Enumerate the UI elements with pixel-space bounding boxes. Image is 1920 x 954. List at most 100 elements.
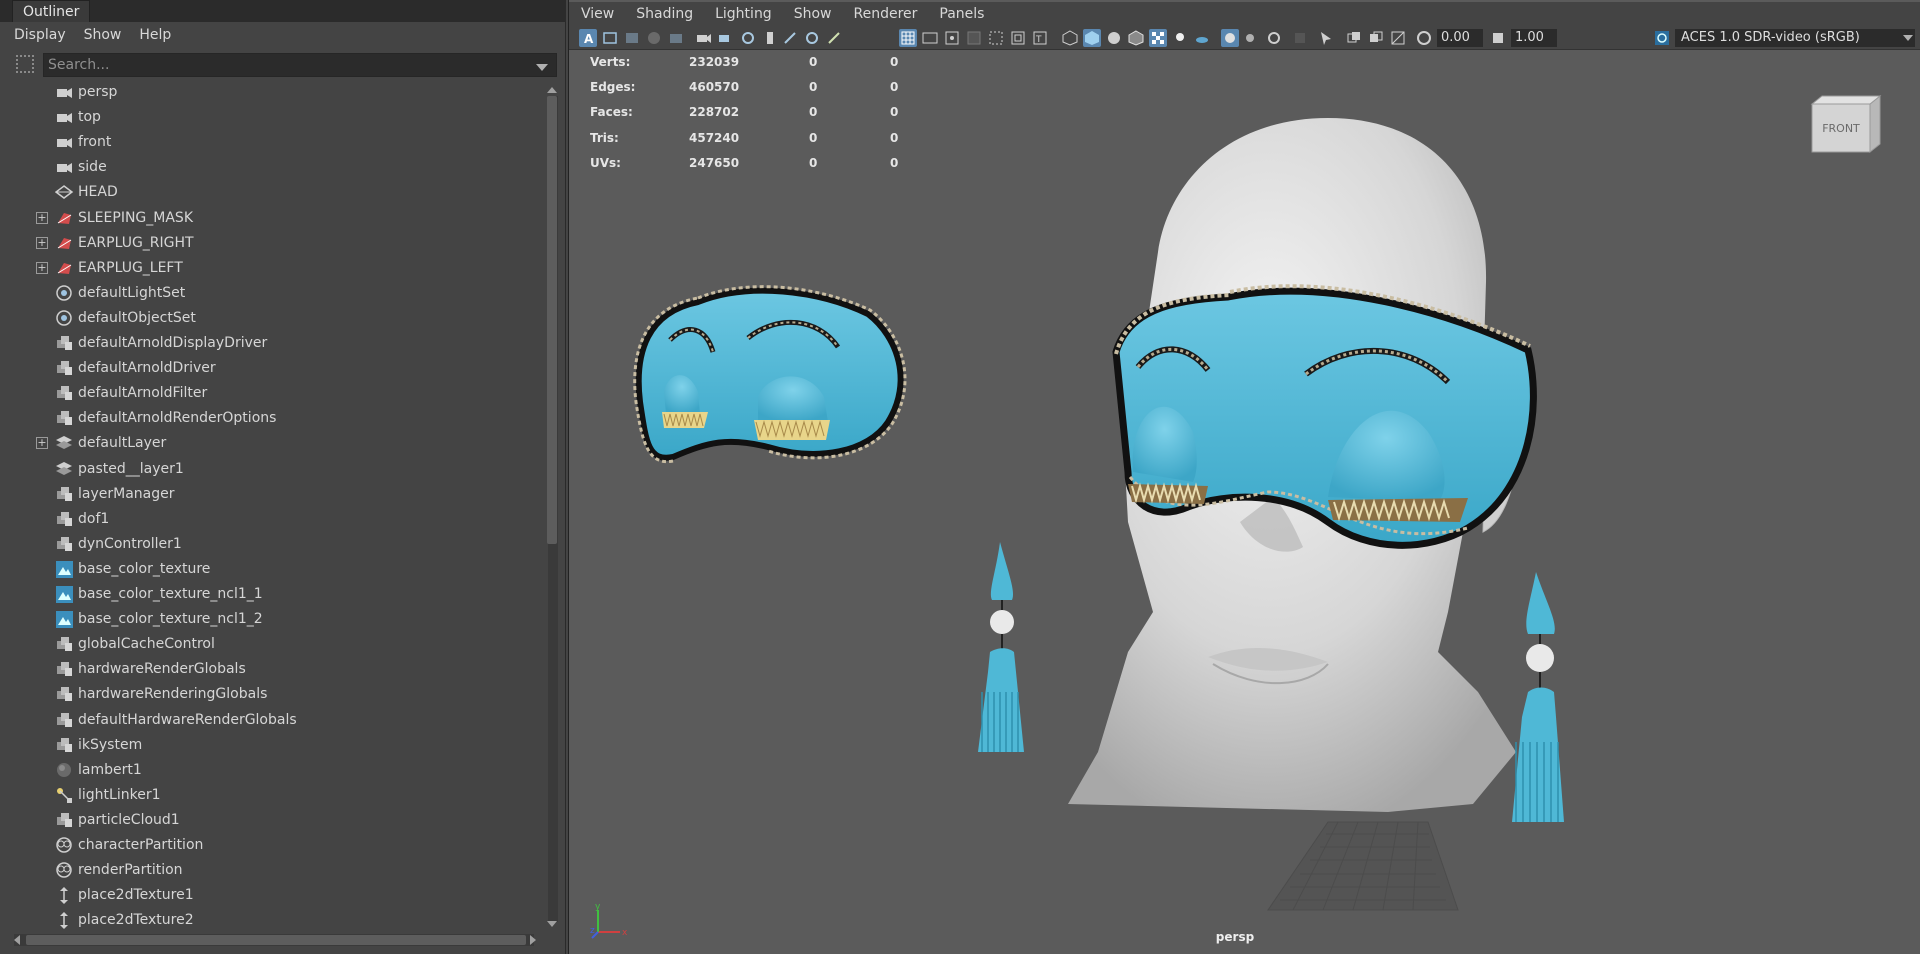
color-management-icon[interactable] xyxy=(1653,29,1671,47)
outliner-row[interactable]: + defaultLayer xyxy=(0,431,548,456)
grid-icon[interactable] xyxy=(899,29,917,47)
twod-pan-icon[interactable] xyxy=(667,29,685,47)
outliner-row[interactable]: base_color_texture xyxy=(0,557,548,582)
filter-icon[interactable] xyxy=(16,55,34,73)
shadows-icon[interactable] xyxy=(1193,29,1211,47)
exposure-field[interactable]: 0.00 xyxy=(1437,29,1483,47)
film-gate-icon[interactable] xyxy=(921,29,939,47)
outliner-row[interactable]: dof1 xyxy=(0,507,548,532)
vertical-scrollbar-thumb[interactable] xyxy=(547,96,557,544)
menu-shading[interactable]: Shading xyxy=(636,6,693,22)
menu-show[interactable]: Show xyxy=(794,6,832,22)
grease-pencil-icon[interactable] xyxy=(781,29,799,47)
outliner-row[interactable]: layerManager xyxy=(0,482,548,507)
expand-icon[interactable]: + xyxy=(36,211,48,224)
select-camera-icon[interactable]: A xyxy=(579,29,597,47)
outliner-row[interactable]: top xyxy=(0,105,548,130)
search-input[interactable]: Search... xyxy=(43,53,557,77)
menu-help[interactable]: Help xyxy=(139,27,171,43)
menu-lighting[interactable]: Lighting xyxy=(715,6,772,22)
outliner-row[interactable]: place2dTexture1 xyxy=(0,883,548,908)
xray-joints-icon[interactable] xyxy=(1265,29,1283,47)
safe-title-icon[interactable]: T xyxy=(1031,29,1049,47)
outliner-row[interactable]: base_color_texture_ncl1_2 xyxy=(0,607,548,632)
outliner-row[interactable]: characterPartition xyxy=(0,833,548,858)
field-chart-icon[interactable] xyxy=(987,29,1005,47)
earplug-right-model[interactable] xyxy=(1512,572,1564,822)
expand-icon[interactable]: + xyxy=(36,437,48,450)
menu-panels[interactable]: Panels xyxy=(939,6,984,22)
bookmark-icon[interactable] xyxy=(623,29,641,47)
outliner-row[interactable]: + SLEEPING_MASK xyxy=(0,206,548,231)
menu-show[interactable]: Show xyxy=(84,27,122,43)
expand-icon[interactable]: + xyxy=(36,261,48,274)
select-cursor-icon[interactable] xyxy=(1317,29,1335,47)
outliner-row[interactable]: place2dTexture2 xyxy=(0,908,548,933)
safe-action-icon[interactable] xyxy=(1009,29,1027,47)
lock-camera-icon[interactable] xyxy=(717,29,735,47)
outliner-row[interactable]: dynController1 xyxy=(0,532,548,557)
wireframe-icon[interactable] xyxy=(1061,29,1079,47)
fit-icon[interactable] xyxy=(1389,29,1407,47)
outliner-row[interactable]: globalCacheControl xyxy=(0,632,548,657)
outliner-row[interactable]: defaultHardwareRenderGlobals xyxy=(0,708,548,733)
outliner-row[interactable]: hardwareRenderingGlobals xyxy=(0,682,548,707)
gate-mask-icon[interactable] xyxy=(965,29,983,47)
snap-icon[interactable] xyxy=(803,29,821,47)
sleeping-mask-standalone[interactable] xyxy=(633,285,907,464)
earplug-left-model[interactable] xyxy=(978,542,1024,752)
scroll-down-arrow-icon[interactable] xyxy=(547,921,557,927)
outliner-tab[interactable]: Outliner xyxy=(12,0,91,22)
use-all-lights-icon[interactable] xyxy=(1171,29,1189,47)
gamma-field[interactable]: 1.00 xyxy=(1511,29,1557,47)
outliner-row[interactable]: lightLinker1 xyxy=(0,783,548,808)
outliner-row[interactable]: lambert1 xyxy=(0,758,548,783)
outliner-row[interactable]: defaultObjectSet xyxy=(0,306,548,331)
outliner-row[interactable]: persp xyxy=(0,80,548,105)
swap-pane-icon[interactable] xyxy=(1367,29,1385,47)
menu-renderer[interactable]: Renderer xyxy=(853,6,917,22)
screen-space-ao-icon[interactable] xyxy=(1291,29,1309,47)
color-space-dropdown[interactable]: ACES 1.0 SDR-video (sRGB) xyxy=(1675,29,1915,47)
outliner-row[interactable]: defaultArnoldRenderOptions xyxy=(0,406,548,431)
resolution-gate-icon[interactable] xyxy=(943,29,961,47)
camera-attributes-icon[interactable] xyxy=(601,29,619,47)
outliner-row[interactable]: HEAD xyxy=(0,180,548,205)
outliner-row[interactable]: hardwareRenderGlobals xyxy=(0,657,548,682)
outliner-row[interactable]: defaultArnoldDriver xyxy=(0,356,548,381)
exposure-icon[interactable] xyxy=(1415,29,1433,47)
scroll-up-arrow-icon[interactable] xyxy=(547,87,557,93)
outliner-row[interactable]: front xyxy=(0,130,548,155)
outliner-row[interactable]: defaultArnoldDisplayDriver xyxy=(0,331,548,356)
textured-icon[interactable] xyxy=(1149,29,1167,47)
view-cube[interactable]: FRONT xyxy=(1808,92,1884,162)
menu-display[interactable]: Display xyxy=(14,27,66,43)
two-pane-icon[interactable] xyxy=(1345,29,1363,47)
outliner-row[interactable]: + EARPLUG_RIGHT xyxy=(0,231,548,256)
outliner-row[interactable]: pasted__layer1 xyxy=(0,457,548,482)
camera-dolly-icon[interactable] xyxy=(739,29,757,47)
default-material-icon[interactable] xyxy=(1105,29,1123,47)
image-plane-icon[interactable] xyxy=(645,29,663,47)
wireframe-on-shaded-icon[interactable] xyxy=(1127,29,1145,47)
outliner-row[interactable]: renderPartition xyxy=(0,858,548,883)
scene-render[interactable] xyxy=(568,52,1920,954)
outliner-row[interactable]: defaultArnoldFilter xyxy=(0,381,548,406)
outliner-row[interactable]: defaultLightSet xyxy=(0,281,548,306)
outliner-row[interactable]: ikSystem xyxy=(0,733,548,758)
horizontal-scrollbar-thumb[interactable] xyxy=(26,935,526,945)
gamma-icon[interactable] xyxy=(1489,29,1507,47)
search-dropdown-icon[interactable] xyxy=(536,64,548,71)
scroll-right-arrow-icon[interactable] xyxy=(530,935,536,945)
outliner-row[interactable]: particleCloud1 xyxy=(0,808,548,833)
outliner-row[interactable]: side xyxy=(0,155,548,180)
isolate-select-icon[interactable] xyxy=(1221,29,1239,47)
paint-icon[interactable] xyxy=(825,29,843,47)
menu-view[interactable]: View xyxy=(581,6,614,22)
sleeping-mask-on-head[interactable] xyxy=(1112,284,1537,549)
smooth-shade-icon[interactable] xyxy=(1083,29,1101,47)
scroll-left-arrow-icon[interactable] xyxy=(14,935,20,945)
expand-icon[interactable]: + xyxy=(36,236,48,249)
bookmark-flag-icon[interactable] xyxy=(761,29,779,47)
outliner-row[interactable]: base_color_texture_ncl1_1 xyxy=(0,582,548,607)
